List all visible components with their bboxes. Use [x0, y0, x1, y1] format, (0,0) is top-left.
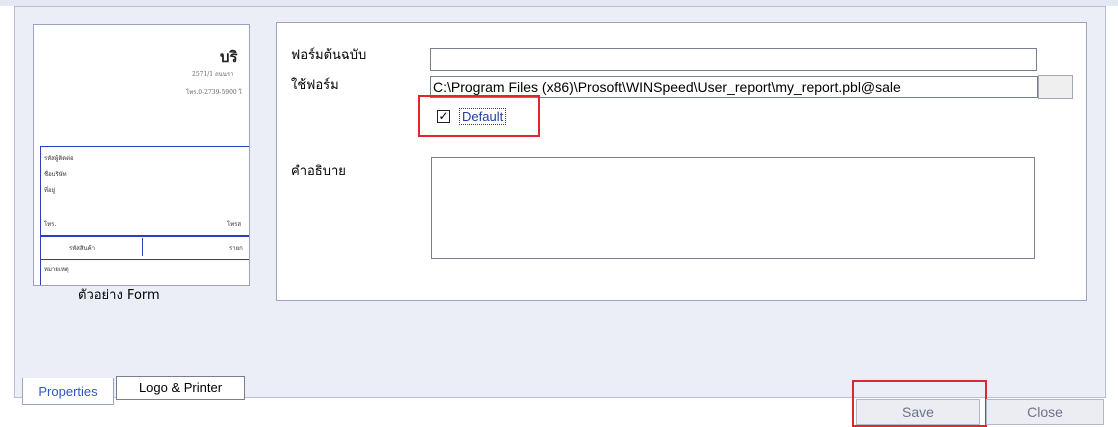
preview-caption: ตัวอย่าง Form: [78, 288, 160, 303]
original-form-value: [431, 51, 433, 67]
preview-item-table-header: รหัสสินค้า รายก: [40, 236, 249, 260]
preview-phone: โทร.0-2739-5900 โ: [186, 89, 242, 96]
preview-remark-label: หมายเหตุ: [44, 266, 69, 273]
default-checkbox-label[interactable]: Default: [459, 108, 507, 125]
description-textarea[interactable]: [431, 157, 1035, 259]
preview-address: 2571/1 ถนนรา: [192, 71, 234, 78]
tab-properties[interactable]: Properties: [22, 378, 114, 405]
preview-customer-line: ที่อยู่: [44, 187, 56, 194]
preview-column-desc: รายก: [229, 245, 243, 252]
description-label: คำอธิบาย: [291, 164, 346, 179]
original-form-label: ฟอร์มต้นฉบับ: [291, 48, 367, 63]
preview-customer-line: รหัสผู้ติดต่อ: [44, 155, 74, 162]
tab-logo-printer[interactable]: Logo & Printer: [116, 376, 245, 400]
default-checkbox[interactable]: ✓: [437, 110, 450, 123]
form-preview-thumbnail: บริ 2571/1 ถนนรา โทร.0-2739-5900 โ รหัสผ…: [33, 24, 250, 286]
preview-tel-label: โทร.: [44, 221, 57, 228]
preview-customer-box: รหัสผู้ติดต่อ ชื่อบริษัท ที่อยู่ โทร. โท…: [40, 146, 249, 236]
preview-customer-line: ชื่อบริษัท: [44, 171, 67, 178]
browse-button[interactable]: [1038, 75, 1073, 99]
original-form-field[interactable]: [430, 48, 1037, 71]
preview-company-name: บริ: [220, 48, 238, 66]
save-highlight-box: [852, 380, 987, 427]
preview-column-code: รหัสสินค้า: [69, 245, 95, 252]
close-button[interactable]: Close: [986, 399, 1104, 425]
preview-remark-box: หมายเหตุ: [40, 259, 249, 285]
preview-fax-label: โทรส: [227, 221, 242, 228]
use-form-label: ใช้ฟอร์ม: [291, 78, 339, 93]
